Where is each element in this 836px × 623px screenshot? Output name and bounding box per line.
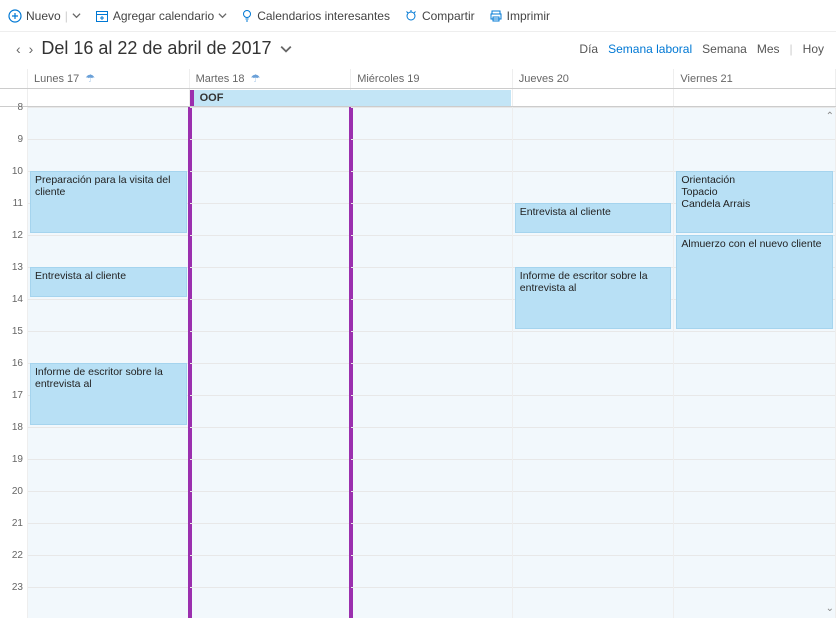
- new-label: Nuevo: [26, 9, 61, 23]
- toolbar: Nuevo | Agregar calendario Calendarios i…: [0, 0, 836, 32]
- day-header-thu[interactable]: Jueves 20: [513, 69, 675, 88]
- allday-row: OOF: [0, 89, 836, 107]
- print-button[interactable]: Imprimir: [489, 9, 550, 23]
- calendar-header: ‹ › Del 16 al 22 de abril de 2017 Día Se…: [0, 32, 836, 69]
- divider: |: [790, 42, 793, 56]
- event-title: OOF: [200, 92, 224, 104]
- calendar-event[interactable]: Informe de escritor sobre la entrevista …: [515, 267, 672, 329]
- day-header-fri[interactable]: Viernes 21: [674, 69, 836, 88]
- add-calendar-button[interactable]: Agregar calendario: [95, 9, 227, 23]
- prev-week-button[interactable]: ‹: [16, 41, 21, 57]
- print-label: Imprimir: [507, 9, 550, 23]
- day-label: Miércoles 19: [357, 73, 419, 85]
- calendar-plus-icon: [95, 9, 109, 23]
- allday-cell-mon[interactable]: [28, 89, 190, 106]
- hour-label: 12: [12, 230, 23, 241]
- day-header-mon[interactable]: Lunes 17 ☂: [28, 69, 190, 88]
- day-col-fri[interactable]: OrientaciónTopacioCandela Arrais Almuerzo…: [674, 107, 836, 618]
- day-header-wed[interactable]: Miércoles 19: [351, 69, 513, 88]
- hour-label: 17: [12, 390, 23, 401]
- hour-label: 11: [13, 198, 23, 209]
- share-icon: [404, 9, 418, 23]
- calendar-grid: 891011121314151617181920212223 Preparaci…: [0, 107, 836, 618]
- calendar-event[interactable]: Entrevista al cliente: [515, 203, 672, 233]
- hour-label: 23: [12, 582, 23, 593]
- date-range-title: Del 16 al 22 de abril de 2017: [41, 38, 271, 59]
- event-title: Entrevista al cliente: [35, 270, 126, 282]
- view-week[interactable]: Semana: [702, 42, 747, 56]
- day-header-tue[interactable]: Martes 18 ☂: [190, 69, 352, 88]
- new-button[interactable]: Nuevo |: [8, 9, 81, 23]
- view-workweek[interactable]: Semana laboral: [608, 42, 692, 56]
- allday-cell-fri[interactable]: [674, 89, 836, 106]
- share-button[interactable]: Compartir: [404, 9, 475, 23]
- hour-label: 16: [12, 358, 23, 369]
- hour-label: 19: [12, 454, 23, 465]
- divider: |: [65, 9, 68, 23]
- allday-cell-wed[interactable]: [351, 89, 513, 106]
- add-calendar-label: Agregar calendario: [113, 9, 214, 23]
- plus-circle-icon: [8, 9, 22, 23]
- allday-cell-tue[interactable]: OOF: [190, 89, 352, 106]
- chevron-down-icon[interactable]: [72, 11, 81, 20]
- day-headers: Lunes 17 ☂ Martes 18 ☂ Miércoles 19 Juev…: [0, 69, 836, 89]
- hour-label: 18: [12, 422, 23, 433]
- day-col-wed[interactable]: [351, 107, 513, 618]
- day-col-mon[interactable]: Preparación para la visita del cliente En…: [28, 107, 190, 618]
- next-week-button[interactable]: ›: [29, 41, 34, 57]
- hour-label: 21: [12, 518, 23, 529]
- event-title: Preparación para la visita del cliente: [35, 174, 170, 198]
- chevron-down-icon[interactable]: [280, 43, 292, 55]
- hour-label: 10: [12, 166, 23, 177]
- day-col-tue[interactable]: [190, 107, 352, 618]
- calendar-event[interactable]: Informe de escritor sobre la entrevista …: [30, 363, 187, 425]
- day-col-thu[interactable]: Entrevista al cliente Informe de escritor…: [513, 107, 675, 618]
- view-day[interactable]: Día: [579, 42, 598, 56]
- scroll-up-icon[interactable]: ⌃: [826, 111, 834, 122]
- hour-label: 13: [12, 262, 23, 273]
- lightbulb-icon: [241, 9, 253, 23]
- event-title: Almuerzo con el nuevo cliente: [681, 238, 821, 250]
- weather-rain-icon: ☂: [251, 72, 261, 85]
- day-label: Lunes 17: [34, 73, 79, 85]
- hour-label: 20: [12, 486, 23, 497]
- hour-label: 14: [12, 294, 23, 305]
- calendar-event[interactable]: Almuerzo con el nuevo cliente: [676, 235, 833, 329]
- hour-label: 22: [12, 550, 23, 561]
- time-column: 891011121314151617181920212223: [0, 107, 28, 618]
- calendar-event[interactable]: Preparación para la visita del cliente: [30, 171, 187, 233]
- scroll-down-icon[interactable]: ⌄: [826, 603, 834, 614]
- view-switcher: Día Semana laboral Semana Mes | Hoy: [579, 42, 824, 56]
- event-title: Informe de escritor sobre la entrevista …: [35, 366, 163, 390]
- weather-rain-icon: ☂: [85, 72, 95, 85]
- day-label: Jueves 20: [519, 73, 569, 85]
- hour-label: 8: [17, 102, 23, 113]
- event-location: Topacio: [681, 186, 828, 198]
- view-today[interactable]: Hoy: [803, 42, 824, 56]
- hour-label: 15: [12, 326, 23, 337]
- calendar-event[interactable]: OrientaciónTopacioCandela Arrais: [676, 171, 833, 233]
- share-label: Compartir: [422, 9, 475, 23]
- event-title: Orientación: [681, 174, 735, 186]
- allday-cell-thu[interactable]: [513, 89, 675, 106]
- view-month[interactable]: Mes: [757, 42, 780, 56]
- calendar-event[interactable]: Entrevista al cliente: [30, 267, 187, 297]
- event-title: Informe de escritor sobre la entrevista …: [520, 270, 648, 294]
- hour-label: 9: [17, 134, 23, 145]
- day-label: Martes 18: [196, 73, 245, 85]
- chevron-down-icon[interactable]: [218, 11, 227, 20]
- interesting-calendars-button[interactable]: Calendarios interesantes: [241, 9, 390, 23]
- print-icon: [489, 9, 503, 23]
- interesting-label: Calendarios interesantes: [257, 9, 390, 23]
- event-title: Entrevista al cliente: [520, 206, 611, 218]
- day-label: Viernes 21: [680, 73, 732, 85]
- event-attendee: Candela Arrais: [681, 198, 828, 210]
